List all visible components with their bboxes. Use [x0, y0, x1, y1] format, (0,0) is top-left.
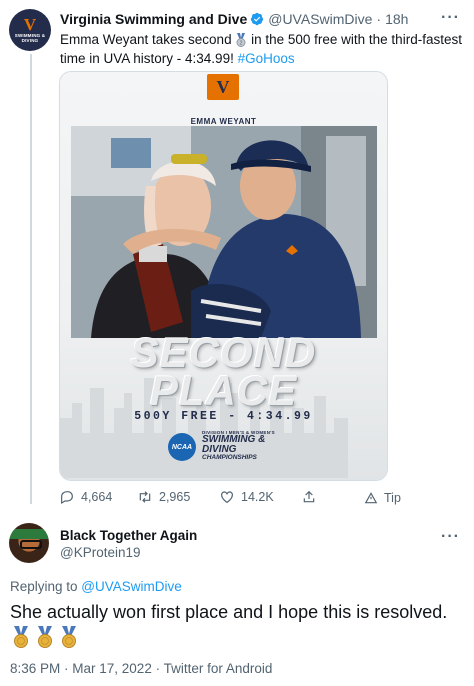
athlete-photo — [71, 126, 377, 338]
reply-button[interactable]: 4,664 — [59, 489, 112, 505]
athlete-name: EMMA WEYANT — [190, 117, 257, 126]
thread-line — [30, 54, 32, 504]
tweet-media[interactable]: V EMMA WEYANT SECOND PLACE 500Y FREE - 4… — [59, 71, 388, 481]
second-place-medal-icon: 2 — [236, 33, 246, 47]
championship-logo: DIVISION I MEN'S & WOMEN'S SWIMMING & DI… — [202, 430, 275, 461]
share-button[interactable] — [301, 489, 317, 505]
share-icon — [303, 490, 315, 503]
retweet-button[interactable]: 2,965 — [137, 489, 190, 505]
hashtag-link[interactable]: #GoHoos — [238, 51, 295, 66]
like-icon — [221, 491, 233, 504]
reply-author-name[interactable]: Black Together Again — [60, 528, 197, 543]
ncaa-logo: NCAA — [168, 433, 196, 461]
headline: SECOND PLACE — [130, 329, 317, 414]
gold-medal-icon — [14, 626, 28, 648]
avatar-caption: SWIMMING & DIVING — [14, 33, 46, 43]
like-button[interactable]: 14.2K — [219, 489, 274, 505]
more-icon[interactable]: ··· — [441, 528, 460, 546]
reply-author-handle[interactable]: @KProtein19 — [60, 545, 141, 560]
tweet-text: Emma Weyant takes second 2 in the 500 fr… — [60, 32, 462, 66]
time-separator: · — [376, 11, 382, 27]
medal-emojis — [11, 626, 79, 648]
replying-to-link[interactable]: @UVASwimDive — [81, 579, 181, 594]
tweet-time[interactable]: 18h — [385, 11, 408, 27]
reply-meta[interactable]: 8:36 PM · Mar 17, 2022 · Twitter for And… — [10, 661, 272, 676]
avatar-uva[interactable]: V SWIMMING & DIVING — [9, 9, 51, 51]
uva-logo: V — [207, 74, 239, 100]
svg-text:2: 2 — [240, 41, 243, 47]
verified-badge-icon — [251, 12, 264, 26]
more-icon[interactable]: ··· — [441, 9, 460, 27]
tip-icon — [364, 492, 378, 504]
action-bar: 4,664 2,965 14.2K Tip — [59, 489, 419, 511]
replying-to: Replying to @UVASwimDive — [10, 579, 182, 594]
tweet-header: Virginia Swimming and Dive @UVASwimDive … — [60, 11, 408, 27]
author-name[interactable]: Virginia Swimming and Dive — [60, 11, 247, 27]
reply-text: She actually won first place and I hope … — [10, 602, 448, 622]
avatar-reply[interactable] — [9, 523, 49, 563]
reply-icon — [61, 491, 73, 505]
gold-medal-icon — [62, 626, 76, 648]
author-handle[interactable]: @UVASwimDive — [268, 11, 372, 27]
retweet-icon — [139, 491, 151, 503]
event-line: 500Y FREE - 4:34.99 — [134, 410, 313, 423]
gold-medal-icon — [38, 626, 52, 648]
tip-button[interactable]: Tip — [364, 491, 401, 505]
